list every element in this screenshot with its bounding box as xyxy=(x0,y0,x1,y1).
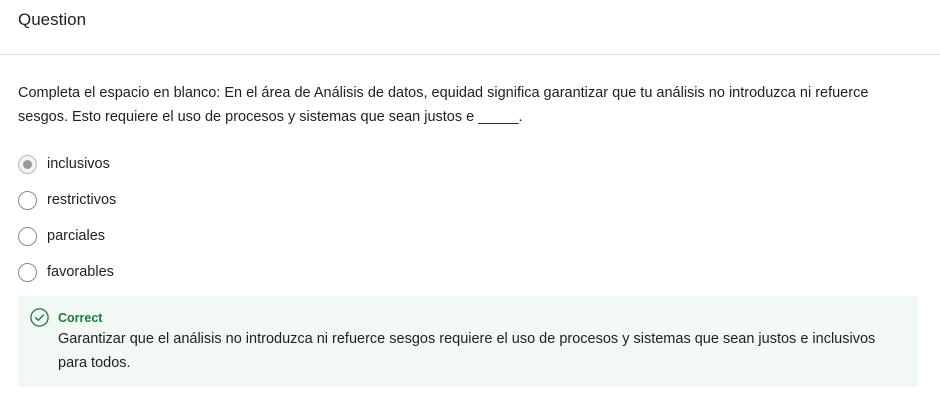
option-label: parciales xyxy=(47,228,106,244)
option-parciales[interactable]: parciales xyxy=(18,224,116,248)
answer-options: inclusivos restrictivos parciales favora… xyxy=(18,152,116,296)
feedback-status: Correct xyxy=(58,311,103,325)
option-label: inclusivos xyxy=(47,156,110,172)
radio-button[interactable] xyxy=(18,262,37,282)
option-restrictivos[interactable]: restrictivos xyxy=(18,188,116,212)
page-title: Question xyxy=(18,10,87,29)
feedback-panel: Correct Garantizar que el análisis no in… xyxy=(18,296,918,387)
option-label: restrictivos xyxy=(47,192,117,208)
option-inclusivos[interactable]: inclusivos xyxy=(18,152,116,176)
radio-button[interactable] xyxy=(18,226,37,246)
option-favorables[interactable]: favorables xyxy=(18,260,116,284)
radio-button[interactable] xyxy=(18,190,37,210)
radio-button-selected[interactable] xyxy=(18,154,37,174)
question-prompt: Completa el espacio en blanco: En el áre… xyxy=(18,85,869,125)
feedback-body: Correct Garantizar que el análisis no in… xyxy=(58,308,898,387)
question-header: Question xyxy=(0,0,940,55)
radio-dot xyxy=(23,159,32,169)
option-label: favorables xyxy=(47,264,114,280)
check-circle-icon xyxy=(30,308,49,327)
feedback-explanation: Garantizar que el análisis no introduzca… xyxy=(58,331,876,371)
